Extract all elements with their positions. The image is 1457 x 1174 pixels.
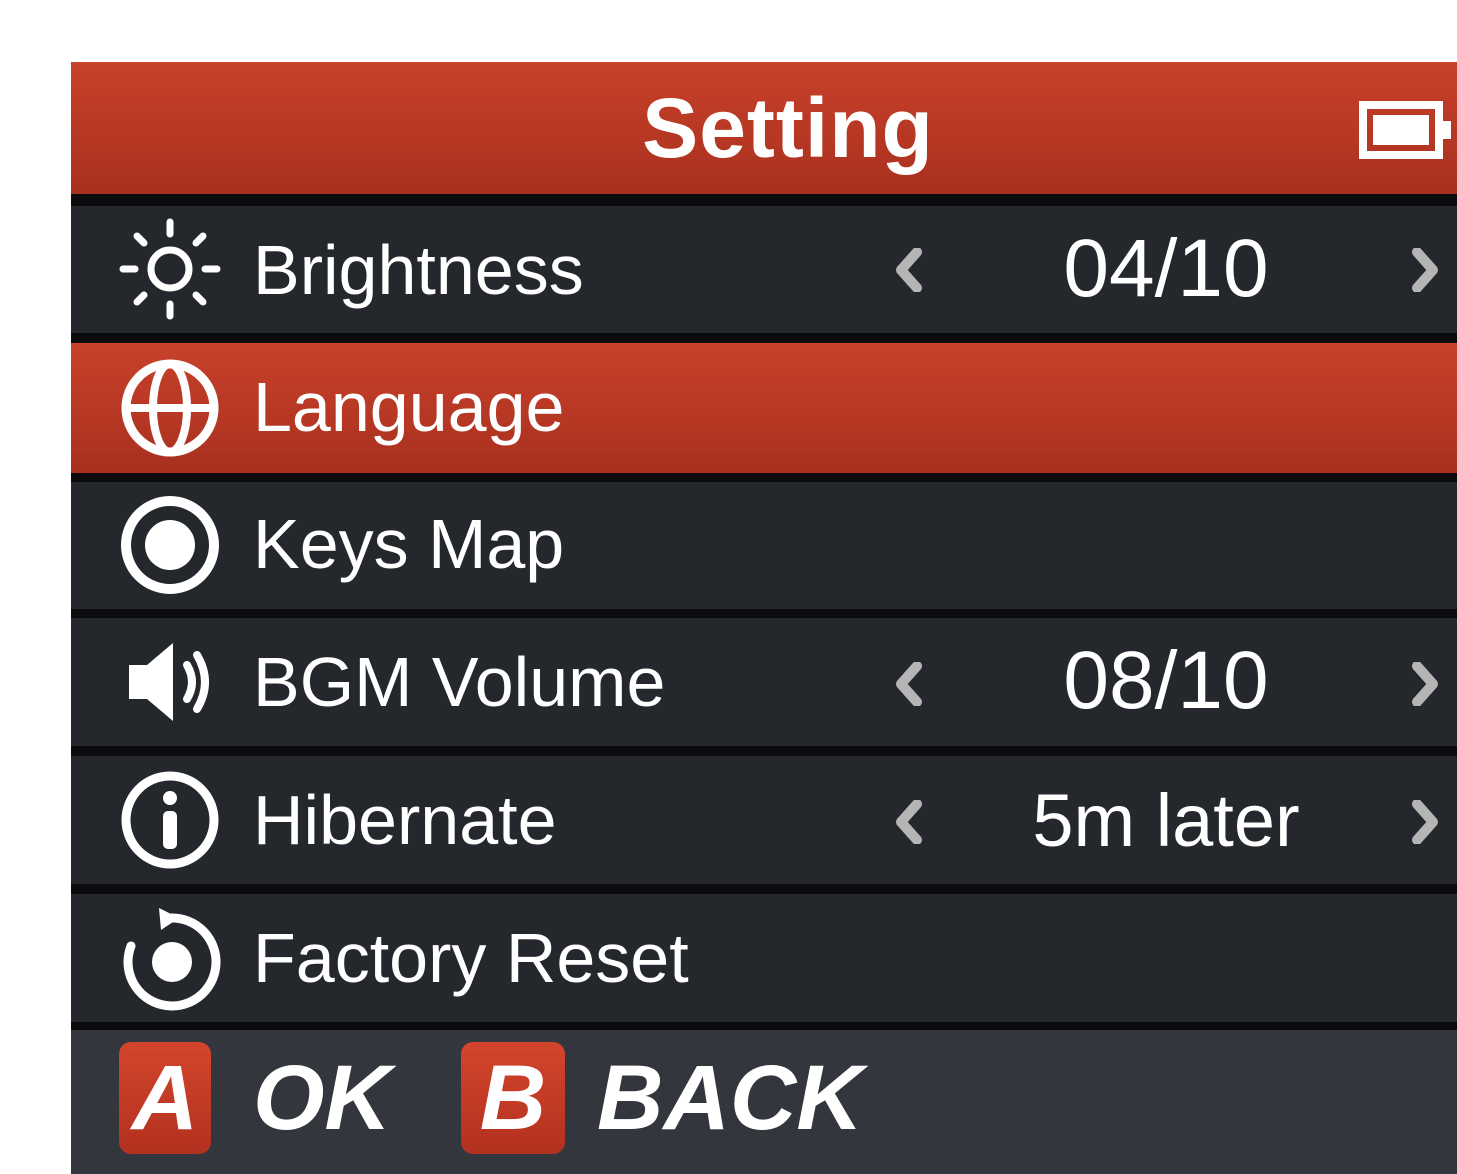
speaker-icon [129,643,209,721]
bgm-volume-value: 08/10 [1063,635,1269,726]
info-icon [121,771,219,869]
chevron-left-icon[interactable] [891,800,925,844]
b-button-badge[interactable]: B [461,1042,565,1154]
back-label[interactable]: BACK [597,1042,863,1154]
menu-item-label: BGM Volume [253,643,666,721]
menu-item-brightness[interactable]: Brightness 04/10 [71,206,1457,333]
menu-item-keys-map[interactable]: Keys Map [71,482,1457,609]
menu-item-label: Hibernate [253,781,557,859]
menu-item-bgm-volume[interactable]: BGM Volume 08/10 [71,618,1457,746]
hibernate-value: 5m later [1032,779,1300,862]
chevron-right-icon[interactable] [1409,248,1443,292]
menu-item-language[interactable]: Language [71,343,1457,473]
chevron-right-icon[interactable] [1409,662,1443,706]
chevron-left-icon[interactable] [891,662,925,706]
globe-icon [121,359,219,457]
menu-item-label: Factory Reset [253,919,689,997]
sun-icon [119,218,221,320]
menu-item-label: Language [253,368,565,446]
settings-screen: Setting Brightness 04/10 Language Keys M… [71,62,1457,1174]
a-button-badge[interactable]: A [119,1042,211,1154]
brightness-value: 04/10 [1063,223,1269,314]
header-bar: Setting [71,62,1457,194]
page-title: Setting [642,81,934,175]
chevron-right-icon[interactable] [1409,800,1443,844]
radio-button-icon [121,496,219,594]
reset-icon [123,908,221,1011]
footer-bar: A OK B BACK [71,1030,1457,1174]
menu-item-factory-reset[interactable]: Factory Reset [71,894,1457,1022]
chevron-left-icon[interactable] [891,248,925,292]
menu-item-hibernate[interactable]: Hibernate 5m later [71,756,1457,884]
battery-icon [1359,101,1451,159]
menu-item-label: Keys Map [253,505,565,583]
ok-label[interactable]: OK [253,1042,391,1154]
menu-item-label: Brightness [253,231,584,309]
